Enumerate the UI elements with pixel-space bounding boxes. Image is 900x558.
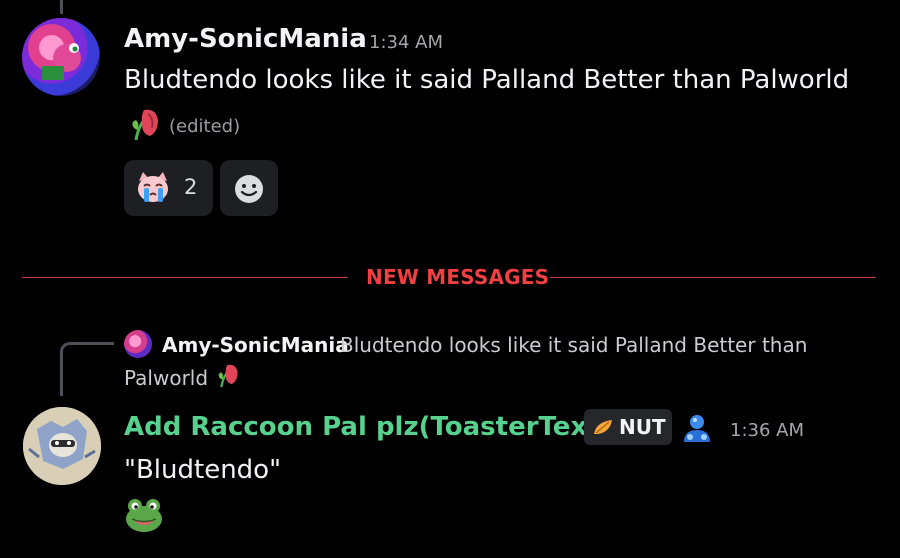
new-messages-divider-left [22, 277, 348, 278]
crying-cat-emoji-icon [138, 172, 168, 202]
frog-emoji-icon[interactable] [124, 497, 164, 533]
avatar[interactable] [23, 407, 101, 485]
reaction-crying-cat[interactable]: 2 [124, 160, 213, 216]
guild-tag[interactable]: NUT [584, 409, 672, 445]
new-messages-divider-right [550, 277, 876, 278]
wilted-rose-icon [215, 362, 241, 390]
avatar-image [40, 36, 81, 80]
reply-connector [60, 342, 114, 396]
edited-label: (edited) [169, 116, 241, 137]
avatar[interactable] [22, 18, 100, 96]
guild-tag-label: NUT [619, 415, 666, 439]
leaf-icon [594, 420, 612, 434]
wilted-rose-icon[interactable] [128, 106, 162, 144]
message-timestamp[interactable]: 1:36 AM [730, 420, 804, 441]
message-timestamp[interactable]: 1:34 AM [369, 32, 443, 53]
add-reaction-button[interactable] [220, 160, 278, 216]
message-content: Bludtendo looks like it said Palland Bet… [124, 65, 850, 95]
avatar-image [23, 407, 101, 485]
add-reaction-smiley-icon [235, 175, 263, 203]
reaction-count: 2 [184, 175, 198, 199]
reply-preview-text[interactable]: Bludtendo looks like it said Palland Bet… [340, 333, 807, 357]
message-author[interactable]: Amy-SonicMania [124, 24, 367, 54]
new-messages-label: NEW MESSAGES [366, 265, 550, 289]
reply-author[interactable]: Amy-SonicMania [162, 333, 349, 357]
reply-preview-text-continued[interactable]: Palworld [124, 366, 208, 390]
message-content: "Bludtendo" [124, 455, 282, 485]
reply-avatar[interactable] [124, 330, 152, 358]
blue-orb-badge-icon[interactable] [680, 412, 714, 444]
message-author[interactable]: Add Raccoon Pal plz(ToasterText) [124, 412, 612, 442]
thread-connector-line [60, 0, 63, 14]
